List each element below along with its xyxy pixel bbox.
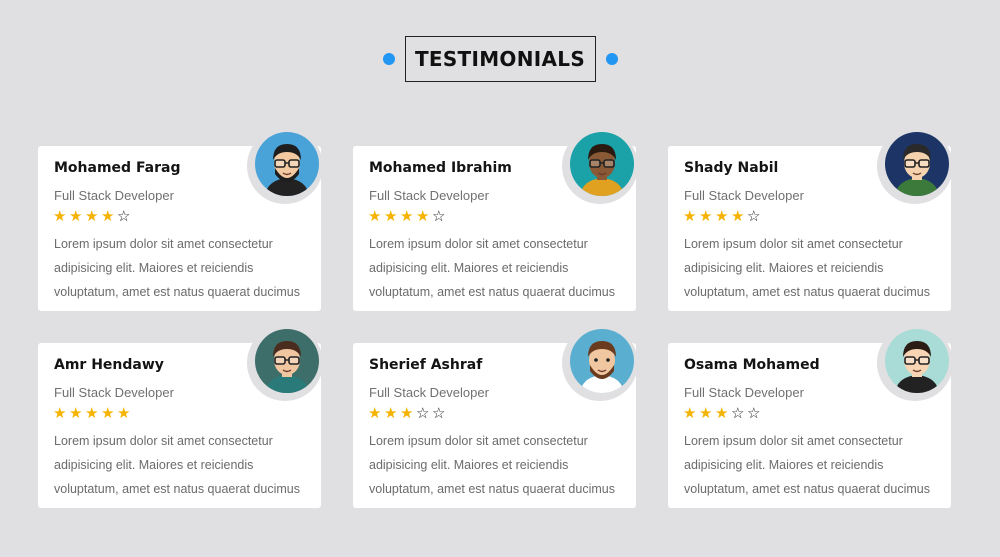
rating-stars: ★ ★ ★ ★ ☆ <box>53 209 133 225</box>
star-empty-icon: ☆ <box>117 208 131 225</box>
star-filled-icon: ★ <box>85 208 99 225</box>
star-filled-icon: ★ <box>416 208 430 225</box>
star-empty-icon: ☆ <box>432 405 446 422</box>
testimonial-name: Osama Mohamed <box>684 357 820 373</box>
avatar-frame <box>247 325 323 401</box>
avatar-sunglasses-icon <box>570 132 634 196</box>
testimonial-name: Amr Hendawy <box>54 357 164 373</box>
avatar-sunglasses-man-icon <box>885 329 949 393</box>
testimonial-card: Mohamed Ibrahim Full Stack Developer ★ ★ ★… <box>353 128 638 311</box>
star-filled-icon: ★ <box>368 208 382 225</box>
avatar-frame <box>877 325 953 401</box>
rating-stars: ★ ★ ★ ☆ ☆ <box>683 406 763 422</box>
star-filled-icon: ★ <box>384 208 398 225</box>
testimonial-card: Mohamed Farag Full Stack Developer ★ ★ ★ ★ ☆… <box>38 128 323 311</box>
star-filled-icon: ★ <box>715 208 729 225</box>
star-empty-icon: ☆ <box>747 405 761 422</box>
right-dot-icon <box>605 53 618 65</box>
testimonial-text: Lorem ipsum dolor sit amet consectetur a… <box>369 237 615 299</box>
star-filled-icon: ★ <box>400 208 414 225</box>
avatar-frame <box>562 128 638 204</box>
rating-stars: ★ ★ ★ ★ ☆ <box>683 209 763 225</box>
avatar-frame <box>877 128 953 204</box>
star-filled-icon: ★ <box>53 405 67 422</box>
avatar-frame <box>247 128 323 204</box>
star-filled-icon: ★ <box>53 208 67 225</box>
star-empty-icon: ☆ <box>731 405 745 422</box>
testimonial-text: Lorem ipsum dolor sit amet consectetur a… <box>54 434 300 496</box>
rating-stars: ★ ★ ★ ☆ ☆ <box>368 406 448 422</box>
star-filled-icon: ★ <box>101 405 115 422</box>
section-title: TESTIMONIALS <box>404 36 596 82</box>
testimonial-text: Lorem ipsum dolor sit amet consectetur a… <box>684 237 930 299</box>
testimonial-role: Full Stack Developer <box>54 385 174 400</box>
star-filled-icon: ★ <box>69 405 83 422</box>
avatar-bearded-glasses-icon <box>255 132 319 196</box>
star-filled-icon: ★ <box>715 405 729 422</box>
star-filled-icon: ★ <box>699 405 713 422</box>
testimonial-role: Full Stack Developer <box>684 385 804 400</box>
avatar-pink-glasses-icon <box>255 329 319 393</box>
star-filled-icon: ★ <box>101 208 115 225</box>
star-empty-icon: ☆ <box>416 405 430 422</box>
rating-stars: ★ ★ ★ ★ ☆ <box>368 209 448 225</box>
testimonial-card: Shady Nabil Full Stack Developer ★ ★ ★ ★ ☆ L… <box>668 128 953 311</box>
testimonial-text: Lorem ipsum dolor sit amet consectetur a… <box>684 434 930 496</box>
star-filled-icon: ★ <box>400 405 414 422</box>
testimonial-text: Lorem ipsum dolor sit amet consectetur a… <box>369 434 615 496</box>
testimonial-name: Mohamed Ibrahim <box>369 160 512 176</box>
testimonials-section: TESTIMONIALS Mohamed Farag Full Stack De… <box>0 0 1000 557</box>
avatar-bearded-man-icon <box>570 329 634 393</box>
section-header: TESTIMONIALS <box>0 36 1000 82</box>
testimonial-name: Shady Nabil <box>684 160 779 176</box>
testimonial-card: Amr Hendawy Full Stack Developer ★ ★ ★ ★ ★ L… <box>38 325 323 508</box>
testimonial-role: Full Stack Developer <box>369 385 489 400</box>
testimonial-role: Full Stack Developer <box>369 188 489 203</box>
star-filled-icon: ★ <box>699 208 713 225</box>
testimonial-name: Mohamed Farag <box>54 160 181 176</box>
star-filled-icon: ★ <box>384 405 398 422</box>
left-dot-icon <box>382 53 395 65</box>
star-filled-icon: ★ <box>69 208 83 225</box>
testimonial-card: Osama Mohamed Full Stack Developer ★ ★ ★ ☆ ☆… <box>668 325 953 508</box>
testimonial-card: Sherief Ashraf Full Stack Developer ★ ★ ★ ☆… <box>353 325 638 508</box>
star-filled-icon: ★ <box>368 405 382 422</box>
star-empty-icon: ☆ <box>432 208 446 225</box>
avatar-glasses-icon <box>885 132 949 196</box>
testimonial-text: Lorem ipsum dolor sit amet consectetur a… <box>54 237 300 299</box>
star-filled-icon: ★ <box>731 208 745 225</box>
star-filled-icon: ★ <box>85 405 99 422</box>
avatar-frame <box>562 325 638 401</box>
star-filled-icon: ★ <box>683 208 697 225</box>
star-filled-icon: ★ <box>683 405 697 422</box>
star-filled-icon: ★ <box>117 405 131 422</box>
testimonial-role: Full Stack Developer <box>684 188 804 203</box>
testimonial-name: Sherief Ashraf <box>369 357 483 373</box>
rating-stars: ★ ★ ★ ★ ★ <box>53 406 133 422</box>
testimonial-role: Full Stack Developer <box>54 188 174 203</box>
star-empty-icon: ☆ <box>747 208 761 225</box>
